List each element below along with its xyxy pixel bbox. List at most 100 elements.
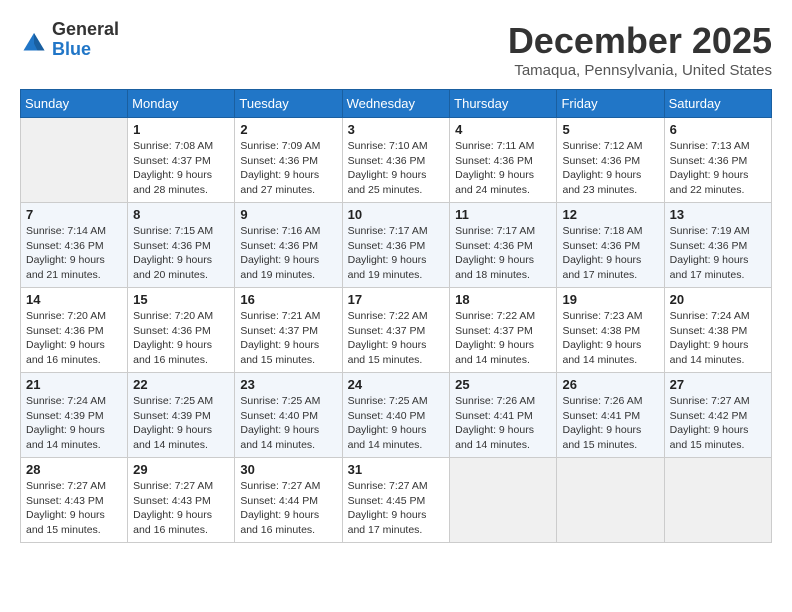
day-cell: 28Sunrise: 7:27 AMSunset: 4:43 PMDayligh…	[21, 458, 128, 543]
day-number: 6	[670, 122, 766, 137]
day-cell	[664, 458, 771, 543]
day-number: 23	[240, 377, 336, 392]
day-cell: 16 Sunrise: 7:21 AMSunset: 4:37 PMDayligh…	[235, 288, 342, 373]
week-row-2: 7 Sunrise: 7:14 AMSunset: 4:36 PMDaylight…	[21, 203, 772, 288]
day-cell: 24Sunrise: 7:25 AMSunset: 4:40 PMDayligh…	[342, 373, 450, 458]
day-info: Sunrise: 7:19 AMSunset: 4:36 PMDaylight:…	[670, 224, 766, 283]
calendar-body: 1 Sunrise: 7:08 AMSunset: 4:37 PMDaylight…	[21, 118, 772, 543]
day-number: 7	[26, 207, 122, 222]
header-cell-wednesday: Wednesday	[342, 90, 450, 118]
week-row-3: 14 Sunrise: 7:20 AMSunset: 4:36 PMDayligh…	[21, 288, 772, 373]
day-number: 14	[26, 292, 122, 307]
day-info: Sunrise: 7:21 AMSunset: 4:37 PMDaylight:…	[240, 309, 336, 368]
day-cell: 13Sunrise: 7:19 AMSunset: 4:36 PMDayligh…	[664, 203, 771, 288]
day-info: Sunrise: 7:23 AMSunset: 4:38 PMDaylight:…	[562, 309, 658, 368]
day-info: Sunrise: 7:26 AMSunset: 4:41 PMDaylight:…	[562, 394, 658, 453]
day-number: 10	[348, 207, 445, 222]
day-number: 17	[348, 292, 445, 307]
day-info: Sunrise: 7:22 AMSunset: 4:37 PMDaylight:…	[455, 309, 551, 368]
day-number: 4	[455, 122, 551, 137]
day-cell: 15 Sunrise: 7:20 AMSunset: 4:36 PMDayligh…	[128, 288, 235, 373]
header-cell-sunday: Sunday	[21, 90, 128, 118]
header-row: SundayMondayTuesdayWednesdayThursdayFrid…	[21, 90, 772, 118]
day-info: Sunrise: 7:20 AMSunset: 4:36 PMDaylight:…	[26, 309, 122, 368]
day-info: Sunrise: 7:27 AMSunset: 4:44 PMDaylight:…	[240, 479, 336, 538]
day-number: 24	[348, 377, 445, 392]
day-info: Sunrise: 7:27 AMSunset: 4:42 PMDaylight:…	[670, 394, 766, 453]
day-number: 19	[562, 292, 658, 307]
month-title: December 2025	[508, 20, 772, 62]
location: Tamaqua, Pennsylvania, United States	[508, 62, 772, 79]
day-number: 21	[26, 377, 122, 392]
day-number: 18	[455, 292, 551, 307]
logo-text: General Blue	[52, 20, 119, 60]
day-number: 15	[133, 292, 229, 307]
day-cell: 12 Sunrise: 7:18 AMSunset: 4:36 PMDayligh…	[557, 203, 664, 288]
day-number: 3	[348, 122, 445, 137]
day-cell: 31 Sunrise: 7:27 AMSunset: 4:45 PMDayligh…	[342, 458, 450, 543]
header-cell-tuesday: Tuesday	[235, 90, 342, 118]
day-info: Sunrise: 7:26 AMSunset: 4:41 PMDaylight:…	[455, 394, 551, 453]
day-cell: 4 Sunrise: 7:11 AMSunset: 4:36 PMDaylight…	[450, 118, 557, 203]
header-cell-monday: Monday	[128, 90, 235, 118]
day-info: Sunrise: 7:12 AMSunset: 4:36 PMDaylight:…	[562, 139, 658, 198]
day-number: 16	[240, 292, 336, 307]
week-row-5: 28 Sunrise: 7:27 AMSunset: 4:43 PMDayligh…	[21, 458, 772, 543]
logo-blue: Blue	[52, 40, 119, 60]
day-cell: 20Sunrise: 7:24 AMSunset: 4:38 PMDayligh…	[664, 288, 771, 373]
day-info: Sunrise: 7:22 AMSunset: 4:37 PMDaylight:…	[348, 309, 445, 368]
day-number: 27	[670, 377, 766, 392]
day-cell: 22Sunrise: 7:25 AMSunset: 4:39 PMDayligh…	[128, 373, 235, 458]
day-number: 30	[240, 462, 336, 477]
day-cell: 19 Sunrise: 7:23 AMSunset: 4:38 PMDayligh…	[557, 288, 664, 373]
header-cell-thursday: Thursday	[450, 90, 557, 118]
day-cell: 21 Sunrise: 7:24 AMSunset: 4:39 PMDayligh…	[21, 373, 128, 458]
page-header: General Blue December 2025 Tamaqua, Penn…	[20, 20, 772, 79]
day-info: Sunrise: 7:11 AMSunset: 4:36 PMDaylight:…	[455, 139, 551, 198]
logo-general: General	[52, 20, 119, 40]
day-info: Sunrise: 7:13 AMSunset: 4:36 PMDaylight:…	[670, 139, 766, 198]
day-cell: 29Sunrise: 7:27 AMSunset: 4:43 PMDayligh…	[128, 458, 235, 543]
day-info: Sunrise: 7:27 AMSunset: 4:43 PMDaylight:…	[133, 479, 229, 538]
day-cell: 27 Sunrise: 7:27 AMSunset: 4:42 PMDayligh…	[664, 373, 771, 458]
day-number: 8	[133, 207, 229, 222]
day-info: Sunrise: 7:18 AMSunset: 4:36 PMDaylight:…	[562, 224, 658, 283]
day-info: Sunrise: 7:14 AMSunset: 4:36 PMDaylight:…	[26, 224, 122, 283]
day-number: 1	[133, 122, 229, 137]
week-row-4: 21 Sunrise: 7:24 AMSunset: 4:39 PMDayligh…	[21, 373, 772, 458]
day-info: Sunrise: 7:20 AMSunset: 4:36 PMDaylight:…	[133, 309, 229, 368]
calendar-header: SundayMondayTuesdayWednesdayThursdayFrid…	[21, 90, 772, 118]
day-number: 25	[455, 377, 551, 392]
day-info: Sunrise: 7:27 AMSunset: 4:45 PMDaylight:…	[348, 479, 445, 538]
day-cell: 25 Sunrise: 7:26 AMSunset: 4:41 PMDayligh…	[450, 373, 557, 458]
day-info: Sunrise: 7:09 AMSunset: 4:36 PMDaylight:…	[240, 139, 336, 198]
day-info: Sunrise: 7:17 AMSunset: 4:36 PMDaylight:…	[455, 224, 551, 283]
day-cell: 18 Sunrise: 7:22 AMSunset: 4:37 PMDayligh…	[450, 288, 557, 373]
day-number: 9	[240, 207, 336, 222]
day-cell	[557, 458, 664, 543]
day-cell: 17 Sunrise: 7:22 AMSunset: 4:37 PMDayligh…	[342, 288, 450, 373]
day-info: Sunrise: 7:08 AMSunset: 4:37 PMDaylight:…	[133, 139, 229, 198]
day-info: Sunrise: 7:10 AMSunset: 4:36 PMDaylight:…	[348, 139, 445, 198]
day-number: 22	[133, 377, 229, 392]
day-info: Sunrise: 7:17 AMSunset: 4:36 PMDaylight:…	[348, 224, 445, 283]
day-cell: 30 Sunrise: 7:27 AMSunset: 4:44 PMDayligh…	[235, 458, 342, 543]
day-cell: 5Sunrise: 7:12 AMSunset: 4:36 PMDaylight…	[557, 118, 664, 203]
day-info: Sunrise: 7:16 AMSunset: 4:36 PMDaylight:…	[240, 224, 336, 283]
day-cell: 2Sunrise: 7:09 AMSunset: 4:36 PMDaylight…	[235, 118, 342, 203]
day-cell: 6 Sunrise: 7:13 AMSunset: 4:36 PMDaylight…	[664, 118, 771, 203]
day-number: 28	[26, 462, 122, 477]
day-cell: 11 Sunrise: 7:17 AMSunset: 4:36 PMDayligh…	[450, 203, 557, 288]
day-info: Sunrise: 7:15 AMSunset: 4:36 PMDaylight:…	[133, 224, 229, 283]
day-cell: 3 Sunrise: 7:10 AMSunset: 4:36 PMDaylight…	[342, 118, 450, 203]
day-info: Sunrise: 7:24 AMSunset: 4:39 PMDaylight:…	[26, 394, 122, 453]
day-info: Sunrise: 7:25 AMSunset: 4:40 PMDaylight:…	[240, 394, 336, 453]
day-cell: 26Sunrise: 7:26 AMSunset: 4:41 PMDayligh…	[557, 373, 664, 458]
day-cell: 23 Sunrise: 7:25 AMSunset: 4:40 PMDayligh…	[235, 373, 342, 458]
calendar: SundayMondayTuesdayWednesdayThursdayFrid…	[20, 89, 772, 543]
day-cell: 8 Sunrise: 7:15 AMSunset: 4:36 PMDaylight…	[128, 203, 235, 288]
day-cell: 1 Sunrise: 7:08 AMSunset: 4:37 PMDaylight…	[128, 118, 235, 203]
day-number: 31	[348, 462, 445, 477]
day-number: 11	[455, 207, 551, 222]
day-number: 12	[562, 207, 658, 222]
